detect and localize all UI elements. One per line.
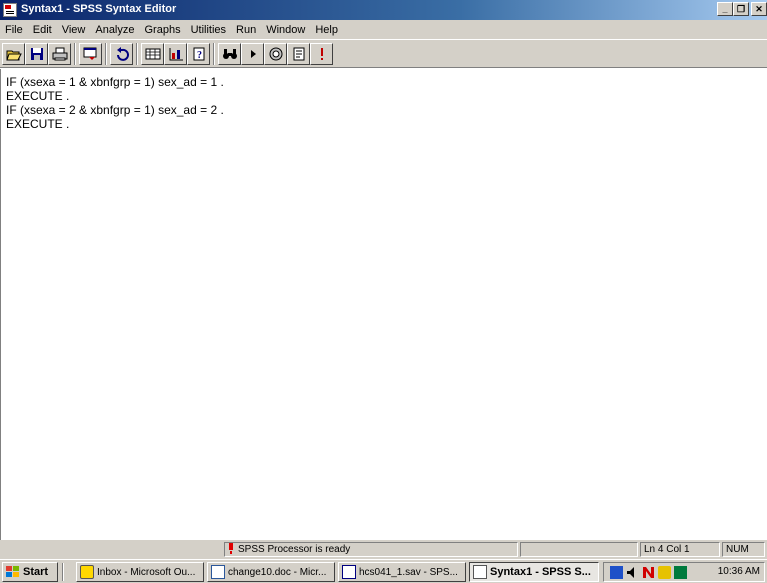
status-pane-empty: [520, 542, 638, 557]
system-tray: 10:36 AM: [603, 562, 765, 582]
window-title: Syntax1 - SPSS Syntax Editor: [21, 3, 177, 15]
goto-chart-icon: [169, 48, 183, 61]
norton-icon[interactable]: [642, 566, 655, 579]
menu-analyze[interactable]: Analyze: [90, 24, 139, 36]
syntax-line-4[interactable]: EXECUTE .: [6, 117, 69, 131]
run-button[interactable]: [241, 43, 264, 65]
goto-chart-button[interactable]: [164, 43, 187, 65]
start-label: Start: [23, 566, 49, 578]
dialog-recall-icon: [83, 47, 96, 60]
start-button[interactable]: Start: [2, 562, 58, 582]
save-icon: [30, 48, 43, 60]
use-sets-button[interactable]: [287, 43, 310, 65]
maximize-button[interactable]: ❐: [733, 2, 749, 16]
windows-logo-icon: [6, 566, 20, 578]
menu-run[interactable]: Run: [231, 24, 261, 36]
use-sets-icon: [293, 47, 304, 61]
spss-app-icon[interactable]: [3, 3, 17, 17]
svg-text:?: ?: [197, 50, 202, 61]
task-label: change10.doc - Micr...: [228, 566, 327, 578]
save-button[interactable]: [25, 43, 48, 65]
menu-view[interactable]: View: [57, 24, 91, 36]
task-word[interactable]: change10.doc - Micr...: [207, 562, 335, 582]
clock: 10:36 AM: [717, 566, 760, 577]
syntax-help-icon: [269, 47, 282, 61]
spss-syntax-icon: [473, 565, 487, 579]
toolbar-separator: [74, 43, 76, 65]
task-syntax-editor[interactable]: Syntax1 - SPSS S...: [469, 562, 599, 582]
goto-data-icon: [145, 48, 160, 60]
toolbar-separator: [213, 43, 215, 65]
menu-utilities[interactable]: Utilities: [186, 24, 231, 36]
open-icon: [5, 50, 22, 61]
toolbar-separator: [136, 43, 138, 65]
task-label: Inbox - Microsoft Ou...: [97, 566, 196, 578]
menu-window[interactable]: Window: [261, 24, 310, 36]
syntax-editor[interactable]: IF (xsexa = 1 & xbnfgrp = 1) sex_ad = 1 …: [0, 69, 767, 540]
menu-file[interactable]: File: [0, 24, 28, 36]
processor-status-text: SPSS Processor is ready: [238, 544, 351, 555]
tray-monitor-icon[interactable]: [674, 566, 687, 579]
word-icon: [211, 565, 225, 579]
menu-bar: File Edit View Analyze Graphs Utilities …: [0, 20, 767, 39]
undo-button[interactable]: [110, 43, 133, 65]
syntax-help-button[interactable]: [264, 43, 287, 65]
undo-icon: [116, 47, 129, 61]
find-icon: [222, 49, 237, 59]
taskbar-separator: [62, 563, 64, 581]
tray-app-icon[interactable]: [658, 566, 671, 579]
title-bar: Syntax1 - SPSS Syntax Editor _ ❐ ✕: [0, 0, 767, 20]
variables-icon: ?: [193, 47, 204, 61]
toolbar-separator: [105, 43, 107, 65]
toolbar: ?: [0, 39, 767, 68]
print-button[interactable]: [48, 43, 71, 65]
variables-button[interactable]: ?: [187, 43, 210, 65]
designate-window-button[interactable]: [310, 43, 333, 65]
volume-icon[interactable]: [626, 566, 639, 579]
dialog-recall-button[interactable]: [79, 43, 102, 65]
find-button[interactable]: [218, 43, 241, 65]
spss-data-icon: [342, 565, 356, 579]
print-icon: [52, 47, 67, 61]
num-lock-indicator: NUM: [722, 542, 765, 557]
task-label: Syntax1 - SPSS S...: [490, 566, 591, 578]
designate-window-icon: [320, 48, 323, 60]
task-spss-data[interactable]: hcs041_1.sav - SPS...: [338, 562, 466, 582]
status-bar: SPSS Processor is ready Ln 4 Col 1 NUM: [0, 540, 767, 559]
menu-edit[interactable]: Edit: [28, 24, 57, 36]
syntax-line-2[interactable]: EXECUTE .: [6, 89, 69, 103]
menu-help[interactable]: Help: [310, 24, 343, 36]
window-controls: _ ❐ ✕: [717, 2, 767, 16]
goto-data-button[interactable]: [141, 43, 164, 65]
minimize-button[interactable]: _: [717, 2, 733, 16]
cursor-position: Ln 4 Col 1: [640, 542, 720, 557]
menu-graphs[interactable]: Graphs: [140, 24, 186, 36]
close-button[interactable]: ✕: [751, 2, 767, 16]
open-button[interactable]: [2, 43, 25, 65]
processor-status: SPSS Processor is ready: [224, 542, 518, 557]
network-icon[interactable]: [610, 566, 623, 579]
task-label: hcs041_1.sav - SPS...: [359, 566, 458, 578]
taskbar: Start Inbox - Microsoft Ou... change10.d…: [0, 559, 767, 583]
task-inbox[interactable]: Inbox - Microsoft Ou...: [76, 562, 204, 582]
run-icon: [250, 50, 256, 58]
syntax-line-3[interactable]: IF (xsexa = 2 & xbnfgrp = 1) sex_ad = 2 …: [6, 103, 224, 117]
outlook-icon: [80, 565, 94, 579]
processor-status-icon: [228, 543, 234, 554]
syntax-line-1[interactable]: IF (xsexa = 1 & xbnfgrp = 1) sex_ad = 1 …: [6, 75, 224, 89]
